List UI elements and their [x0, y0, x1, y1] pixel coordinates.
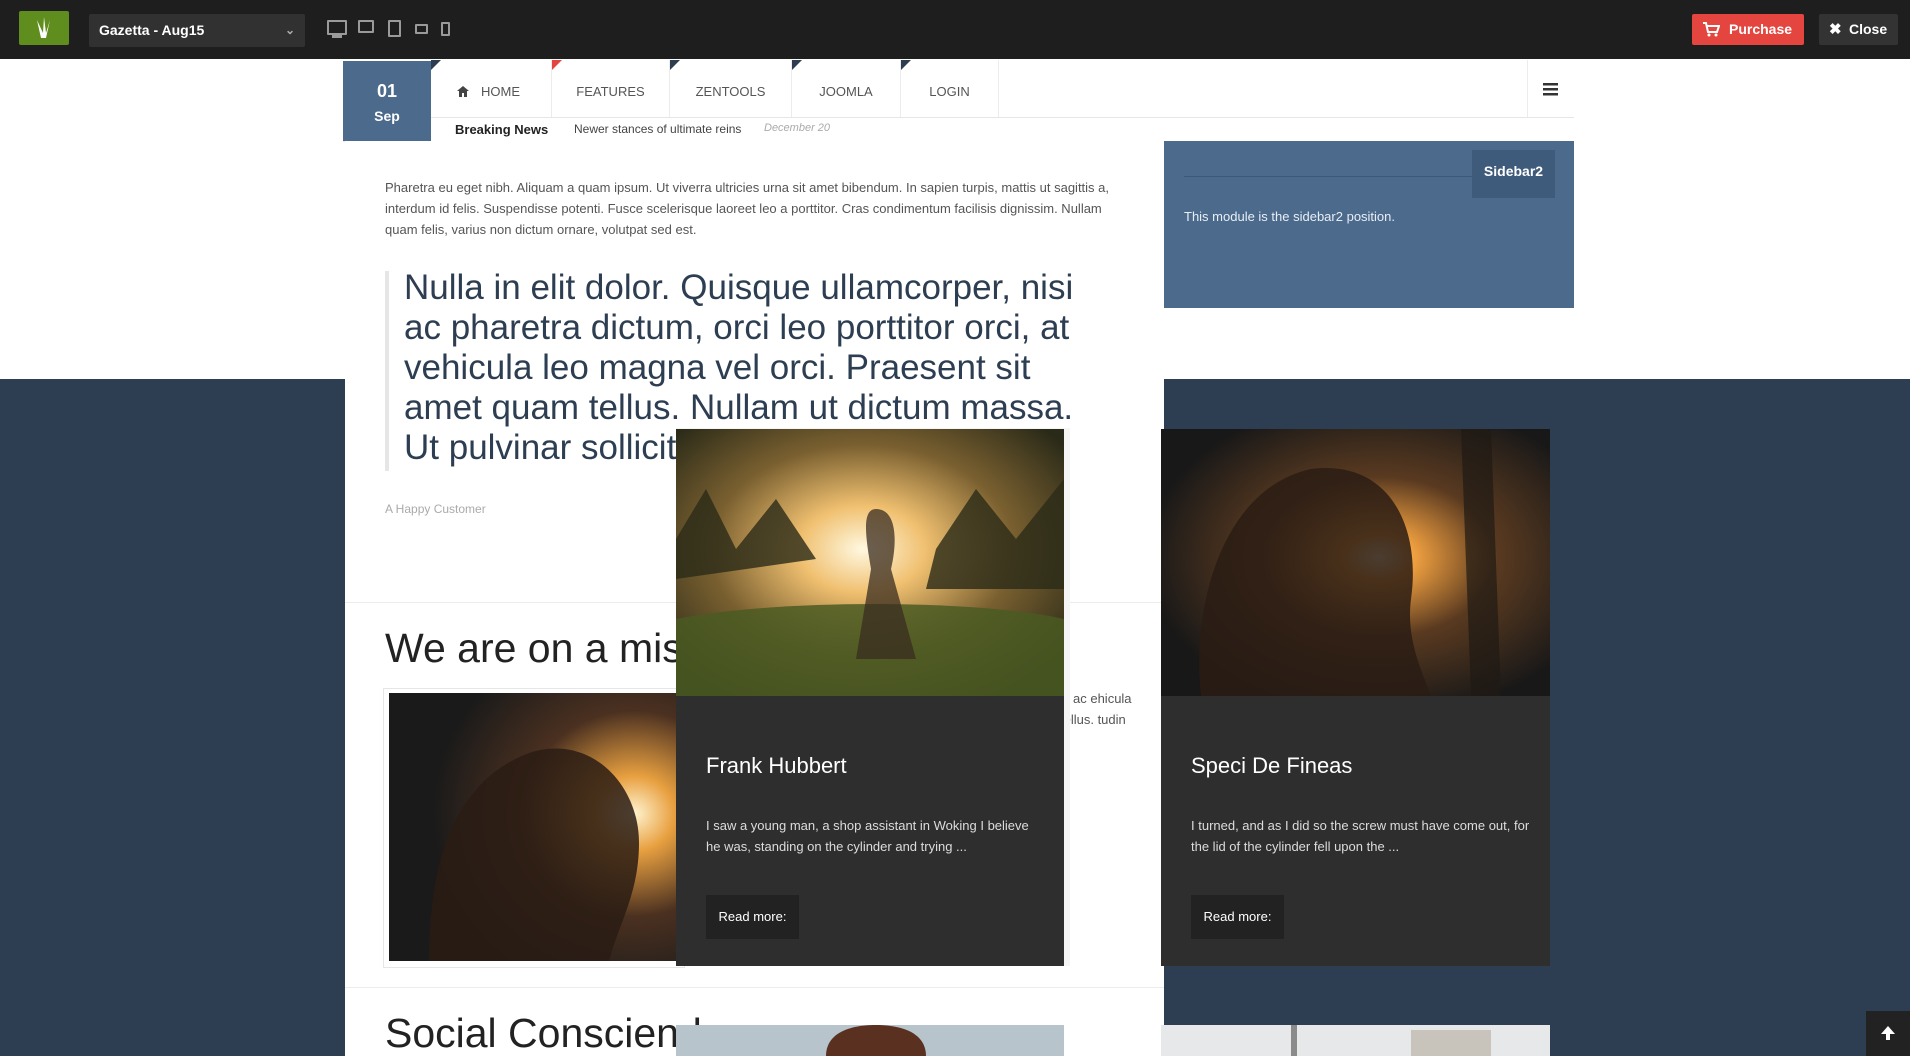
divider — [345, 987, 1164, 988]
scroll-to-top-button[interactable] — [1866, 1011, 1910, 1056]
phone-portrait-icon[interactable] — [441, 22, 450, 36]
intro-paragraph: Pharetra eu eget nibh. Aliquam a quam ip… — [385, 180, 1110, 237]
logo-icon[interactable] — [19, 11, 69, 45]
nav-item-home[interactable]: HOME — [431, 60, 552, 118]
divider — [431, 117, 1574, 118]
chevron-down-icon: ⌄ — [284, 23, 295, 37]
mission-text: si ac ehicula tellus. tudin — [1060, 691, 1132, 727]
breaking-news-date: December 20 — [764, 122, 831, 134]
card-image — [1161, 429, 1550, 696]
card-text: I saw a young man, a shop assistant in W… — [706, 818, 1029, 854]
tablet-landscape-icon[interactable] — [358, 20, 374, 33]
card-image — [676, 1025, 1064, 1056]
date-day: 01 — [376, 81, 398, 101]
close-button[interactable]: ✖ Close — [1819, 14, 1898, 45]
mission-heading: We are on a miss — [385, 625, 704, 671]
theme-select[interactable]: Gazetta - Aug15 ⌄ — [89, 14, 305, 47]
desktop-icon-stand — [332, 35, 342, 38]
sidebar2-text: This module is the sidebar2 position. — [1184, 209, 1396, 224]
menu-toggle-button[interactable] — [1527, 60, 1574, 117]
purchase-button[interactable]: Purchase — [1692, 14, 1804, 45]
nav-item-label: LOGIN — [929, 84, 970, 99]
nav-item-label: HOME — [481, 84, 520, 99]
arrow-up-icon — [1881, 1026, 1895, 1040]
close-icon: ✖ — [1829, 21, 1842, 38]
read-more-button[interactable]: Read more: — [1191, 895, 1284, 939]
blockquote-border — [385, 271, 389, 471]
close-label: Close — [1849, 21, 1888, 37]
nav-item-label: JOOMLA — [819, 84, 873, 99]
cart-icon — [1703, 22, 1720, 37]
nav-item-label: FEATURES — [576, 84, 645, 99]
nav-item-zentools[interactable]: ZENTOOLS — [670, 60, 792, 118]
phone-landscape-icon[interactable] — [415, 24, 428, 34]
purchase-label: Purchase — [1729, 21, 1793, 37]
nav-item-features[interactable]: FEATURES — [552, 60, 670, 118]
nav-item-joomla[interactable]: JOOMLA — [792, 60, 901, 118]
read-more-button[interactable]: Read more: — [706, 895, 799, 939]
card-image — [1161, 1025, 1550, 1056]
date-badge: 01 Sep — [343, 61, 431, 141]
hamburger-icon — [1543, 83, 1558, 96]
tablet-portrait-icon[interactable] — [388, 20, 401, 37]
home-icon — [457, 86, 469, 97]
desktop-icon[interactable] — [327, 20, 347, 35]
theme-select-value: Gazetta - Aug15 — [99, 22, 205, 38]
social-heading: Social Consciend — [385, 1010, 702, 1056]
card-name[interactable]: Frank Hubbert — [706, 753, 847, 779]
card-image — [676, 429, 1064, 696]
card-text: I turned, and as I did so the screw must… — [1191, 818, 1530, 854]
breaking-news-label: Breaking News — [455, 122, 549, 137]
nav-item-login[interactable]: LOGIN — [901, 60, 999, 118]
quote-author: A Happy Customer — [385, 502, 486, 516]
breaking-news-headline[interactable]: Newer stances of ultimate reins — [574, 122, 741, 136]
date-month: Sep — [374, 108, 400, 124]
nav-item-label: ZENTOOLS — [695, 84, 766, 99]
mission-image — [389, 693, 677, 961]
card-name[interactable]: Speci De Fineas — [1191, 753, 1352, 779]
sidebar2-title: Sidebar2 — [1472, 150, 1555, 198]
